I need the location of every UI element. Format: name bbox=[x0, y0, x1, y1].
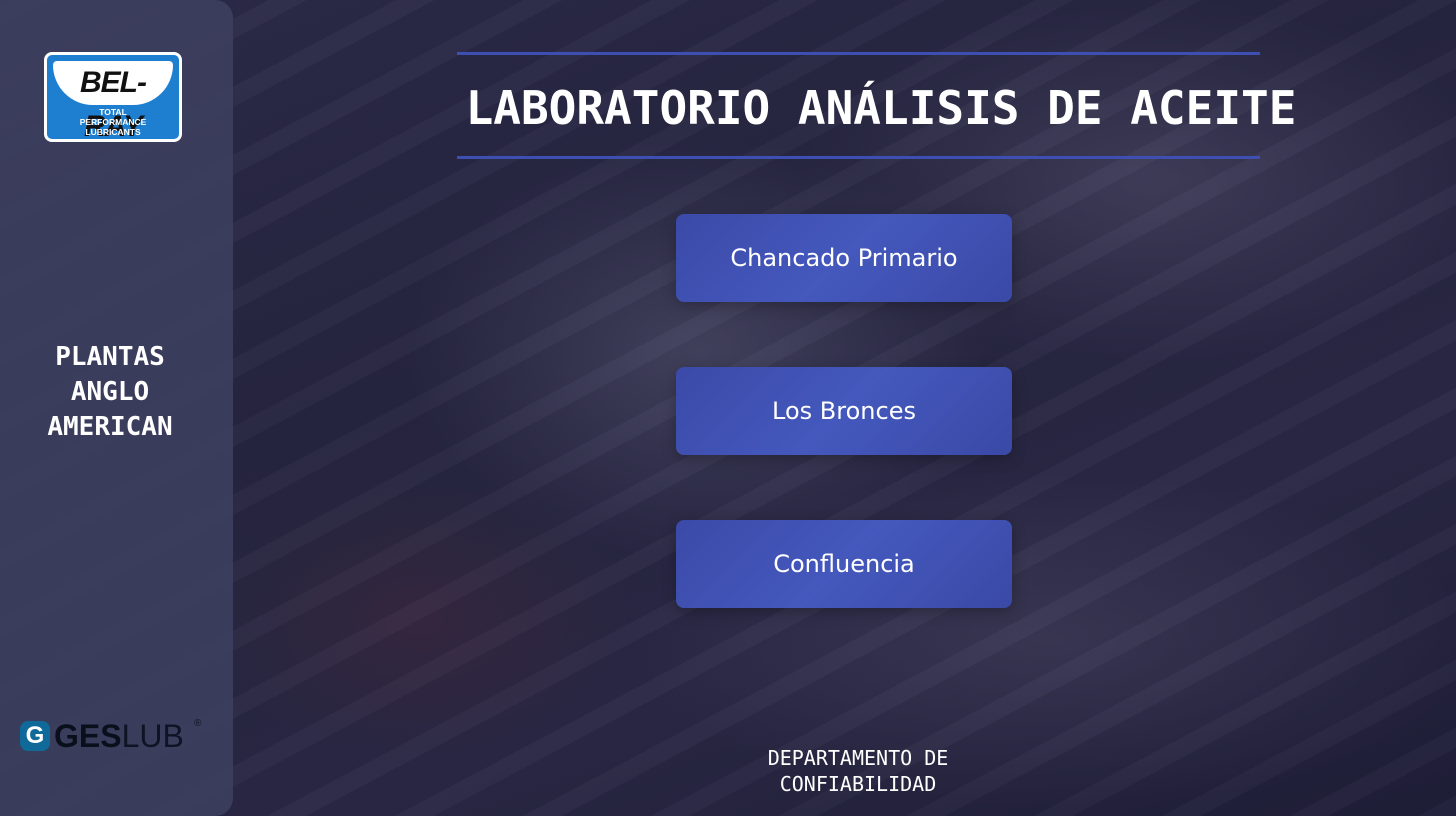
geslub-g-icon: G bbox=[20, 721, 50, 751]
title-top-rule bbox=[457, 52, 1260, 55]
geslub-wordmark-lub: LUB bbox=[121, 718, 184, 754]
page-title: LABORATORIO ANÁLISIS DE ACEITE bbox=[465, 81, 1297, 135]
belray-logo-wordmark: BEL-RAY bbox=[53, 61, 173, 143]
sidebar: BEL-RAY TOTAL PERFORMANCE LUBRICANTS PLA… bbox=[0, 0, 233, 816]
plants-label-line: AMERICAN bbox=[47, 412, 173, 442]
geslub-wordmark-ges: GES bbox=[54, 718, 122, 754]
plants-label: PLANTAS ANGLO AMERICAN bbox=[0, 340, 220, 445]
confluencia-button[interactable]: Confluencia bbox=[676, 520, 1012, 608]
belray-tagline-line: LUBRICANTS bbox=[85, 127, 141, 137]
title-bottom-rule bbox=[457, 156, 1260, 159]
department-footer: DEPARTAMENTO DE CONFIABILIDAD bbox=[712, 745, 1004, 797]
belray-tagline-line: PERFORMANCE bbox=[79, 117, 147, 127]
los-bronces-button[interactable]: Los Bronces bbox=[676, 367, 1012, 455]
registered-mark: ® bbox=[194, 718, 202, 729]
department-footer-line: DEPARTAMENTO DE bbox=[767, 746, 949, 770]
chancado-primario-button[interactable]: Chancado Primario bbox=[676, 214, 1012, 302]
department-footer-line: CONFIABILIDAD bbox=[779, 772, 937, 796]
plants-label-line: PLANTAS bbox=[55, 342, 165, 372]
plants-label-line: ANGLO bbox=[70, 377, 150, 407]
geslub-wordmark: GESLUB bbox=[54, 718, 184, 754]
belray-logo: BEL-RAY TOTAL PERFORMANCE LUBRICANTS bbox=[44, 52, 182, 143]
geslub-logo: G GESLUB ® bbox=[20, 718, 210, 754]
belray-logo-tagline: TOTAL PERFORMANCE LUBRICANTS bbox=[47, 107, 179, 137]
belray-tagline-line: TOTAL bbox=[99, 107, 127, 117]
